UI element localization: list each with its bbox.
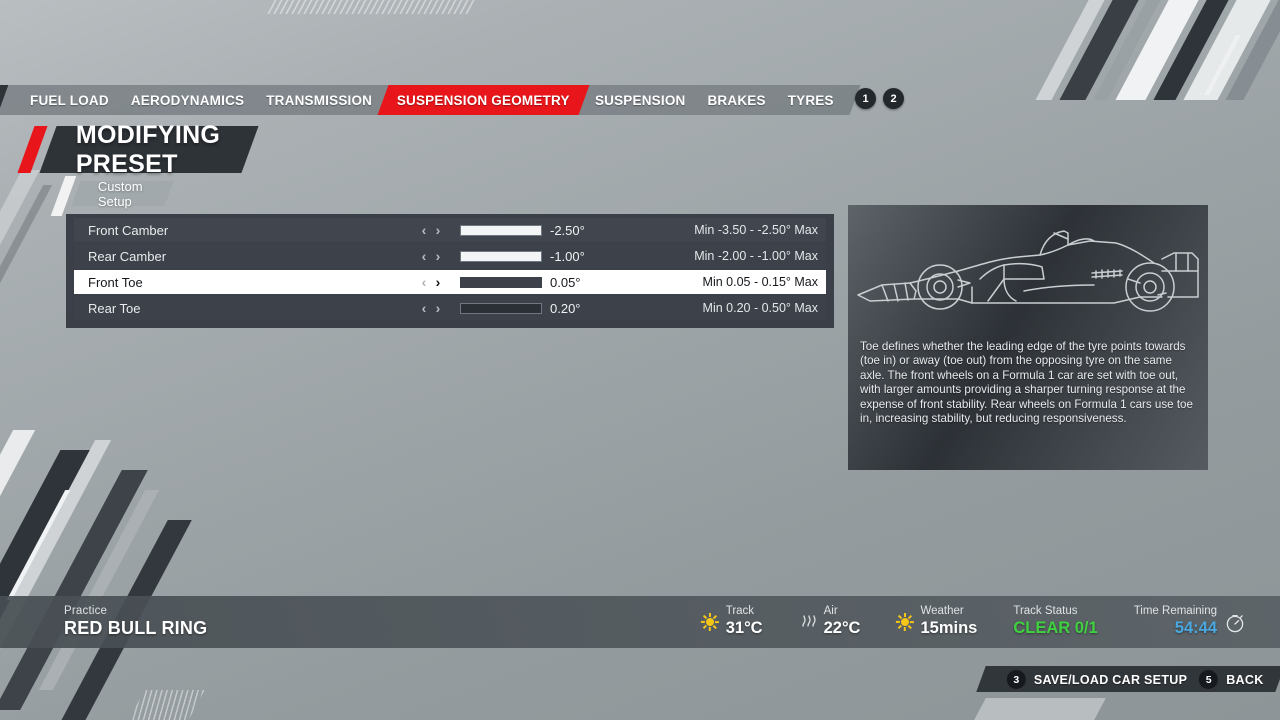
track-name: RED BULL RING: [64, 618, 208, 639]
tab-fuel-load[interactable]: FUEL LOAD: [19, 85, 120, 115]
status-label: Air: [823, 605, 838, 618]
setting-range: Min -3.50 - -2.50° Max: [694, 223, 818, 237]
footer-buttons: 3 SAVE/LOAD CAR SETUP 5 BACK: [1007, 669, 1264, 689]
page-indicator[interactable]: 1 2: [855, 88, 904, 109]
setting-value: -2.50°: [550, 222, 585, 238]
setting-label: Front Camber: [88, 222, 169, 238]
info-panel: Toe defines whether the leading edge of …: [848, 205, 1208, 470]
decor-left-top: [0, 170, 40, 290]
status-value: CLEAR 0/1: [1013, 619, 1098, 637]
tab-transmission[interactable]: TRANSMISSION: [256, 85, 384, 115]
status-time-remaining: Time Remaining 54:44: [1116, 605, 1264, 639]
front-camber-slider[interactable]: [460, 224, 542, 236]
setting-label: Rear Toe: [88, 300, 141, 316]
status-value: 15mins: [920, 619, 978, 637]
chevron-right-icon[interactable]: ›: [432, 275, 444, 289]
status-weather: Weather 15mins: [878, 605, 995, 639]
setting-row-rear-toe[interactable]: Rear Toe ‹ › 0.20° Min 0.20 - 0.50° Max: [74, 296, 826, 320]
setting-range: Min -2.00 - -1.00° Max: [694, 249, 818, 263]
sun-icon: [701, 613, 720, 631]
status-label: Track: [725, 605, 755, 618]
session-type: Practice: [64, 605, 108, 618]
chevron-left-icon[interactable]: ‹: [418, 223, 430, 237]
setting-range: Min 0.20 - 0.50° Max: [702, 301, 818, 315]
chevron-left-icon[interactable]: ‹: [418, 301, 430, 315]
sun-icon: [895, 613, 914, 631]
status-value: 54:44: [1174, 619, 1217, 637]
nav-items: FUEL LOAD AERODYNAMICS TRANSMISSION SUSP…: [19, 85, 845, 115]
chevron-right-icon[interactable]: ›: [432, 223, 444, 237]
page-title-panel: MODIFYING PRESET: [39, 121, 259, 178]
status-label: Time Remaining: [1133, 605, 1217, 618]
car-illustration: [848, 205, 1208, 330]
session-status-bar: Practice RED BULL RING Track 31°C Air 22…: [0, 596, 1280, 648]
setting-row-front-camber[interactable]: Front Camber ‹ › -2.50° Min -3.50 - -2.5…: [74, 218, 826, 242]
decor-top-right: [1035, 0, 1280, 120]
page-title: MODIFYING PRESET: [76, 120, 221, 178]
button-key-badge: 3: [1007, 669, 1027, 689]
footer-strip: 3 SAVE/LOAD CAR SETUP 5 BACK: [976, 666, 1280, 692]
setting-value: -1.00°: [550, 248, 585, 264]
page-dot-2[interactable]: 2: [883, 88, 904, 109]
decor-left-top-2: [0, 185, 53, 295]
suspension-geometry-settings: Front Camber ‹ › -2.50° Min -3.50 - -2.5…: [66, 214, 834, 328]
status-label: Weather: [920, 605, 964, 618]
setting-label: Rear Camber: [88, 248, 167, 264]
slider-fill: [461, 225, 541, 235]
chevron-left-icon[interactable]: ‹: [418, 275, 430, 289]
heat-wave-icon: [801, 615, 816, 627]
setting-range: Min 0.05 - 0.15° Max: [702, 275, 818, 289]
slider-fill: [461, 251, 541, 261]
setting-description: Toe defines whether the leading edge of …: [860, 340, 1193, 426]
subtitle-panel: Custom Setup: [71, 178, 174, 209]
decor-top-hatch: [267, 0, 477, 14]
setting-label: Front Toe: [88, 274, 143, 290]
status-air-temp: Air 22°C: [781, 605, 879, 639]
rear-toe-slider[interactable]: [460, 302, 542, 314]
decor-bottom-right: [974, 698, 1106, 720]
rear-toe-stepper[interactable]: ‹ ›: [418, 301, 456, 315]
status-value: 22°C: [823, 619, 861, 637]
save-load-car-setup-button[interactable]: 3 SAVE/LOAD CAR SETUP: [1007, 669, 1188, 689]
stopwatch-icon: [1226, 614, 1244, 633]
setting-row-front-toe[interactable]: Front Toe ‹ › 0.05° Min 0.05 - 0.15° Max: [74, 270, 826, 294]
back-button[interactable]: 5 BACK: [1199, 669, 1264, 689]
tab-aerodynamics[interactable]: AERODYNAMICS: [120, 85, 255, 115]
setup-category-nav[interactable]: FUEL LOAD AERODYNAMICS TRANSMISSION SUSP…: [0, 85, 861, 115]
front-toe-stepper[interactable]: ‹ ›: [418, 275, 456, 289]
status-value: 31°C: [725, 619, 763, 637]
tab-suspension-geometry-label: SUSPENSION GEOMETRY: [397, 92, 571, 108]
status-cells: Track 31°C Air 22°C Weather 15mins Track…: [684, 605, 1280, 639]
event-info: Practice RED BULL RING: [64, 605, 207, 639]
tab-suspension-geometry[interactable]: SUSPENSION GEOMETRY: [377, 85, 590, 115]
status-track-temp: Track 31°C: [684, 605, 781, 639]
footer-actions: 3 SAVE/LOAD CAR SETUP 5 BACK: [976, 666, 1280, 692]
button-label: BACK: [1226, 672, 1264, 686]
chevron-left-icon[interactable]: ‹: [418, 249, 430, 263]
setting-value: 0.05°: [550, 274, 581, 290]
subtitle-accent-white: [50, 176, 77, 216]
status-track-status: Track Status CLEAR 0/1: [995, 605, 1115, 639]
decor-left-mid: [0, 430, 192, 720]
tab-suspension[interactable]: SUSPENSION: [584, 85, 697, 115]
setting-row-rear-camber[interactable]: Rear Camber ‹ › -1.00° Min -2.00 - -1.00…: [74, 244, 826, 268]
decor-left-line: [6, 490, 71, 600]
page-dot-1[interactable]: 1: [855, 88, 876, 109]
decor-top-right-line: [1204, 35, 1241, 95]
front-camber-stepper[interactable]: ‹ ›: [418, 223, 456, 237]
button-label: SAVE/LOAD CAR SETUP: [1034, 672, 1188, 686]
button-key-badge: 5: [1199, 669, 1219, 689]
nav-strip: FUEL LOAD AERODYNAMICS TRANSMISSION SUSP…: [0, 85, 861, 115]
status-label: Track Status: [1013, 605, 1078, 618]
tab-brakes[interactable]: BRAKES: [697, 85, 777, 115]
tab-tyres[interactable]: TYRES: [777, 85, 845, 115]
rear-camber-slider[interactable]: [460, 250, 542, 262]
front-toe-slider[interactable]: [460, 276, 542, 288]
decor-bottom-hatch: [125, 690, 205, 720]
setting-value: 0.20°: [550, 300, 581, 316]
chevron-right-icon[interactable]: ›: [432, 301, 444, 315]
chevron-right-icon[interactable]: ›: [432, 249, 444, 263]
rear-camber-stepper[interactable]: ‹ ›: [418, 249, 456, 263]
preset-name: Custom Setup: [98, 178, 143, 209]
